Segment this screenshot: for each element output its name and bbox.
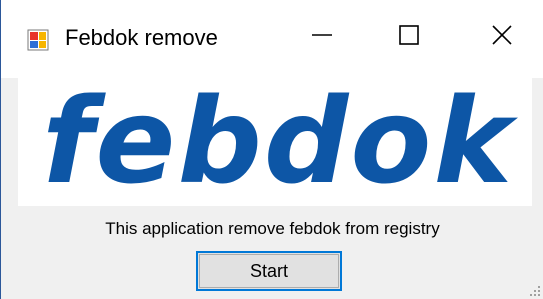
start-button[interactable]: Start: [196, 251, 342, 291]
close-icon: [491, 24, 513, 51]
minimize-icon: [311, 24, 333, 51]
close-button[interactable]: [479, 14, 525, 60]
window-title: Febdok remove: [65, 25, 218, 50]
application-icon[interactable]: [27, 29, 49, 51]
logo-wordmark: febdok: [42, 72, 518, 210]
maximize-icon: [398, 24, 420, 51]
title-bar[interactable]: Febdok remove: [1, 0, 543, 78]
resize-grip-icon[interactable]: [527, 283, 541, 297]
febdok-logo: febdok: [42, 72, 518, 210]
description-text: This application remove febdok from regi…: [105, 219, 440, 238]
logo-panel: febdok: [18, 72, 532, 210]
febdok-remove-window: Febdok remove febdok This application re…: [0, 0, 543, 299]
minimize-button[interactable]: [299, 14, 345, 60]
maximize-button[interactable]: [386, 14, 432, 60]
start-button-label: Start: [249, 260, 288, 281]
